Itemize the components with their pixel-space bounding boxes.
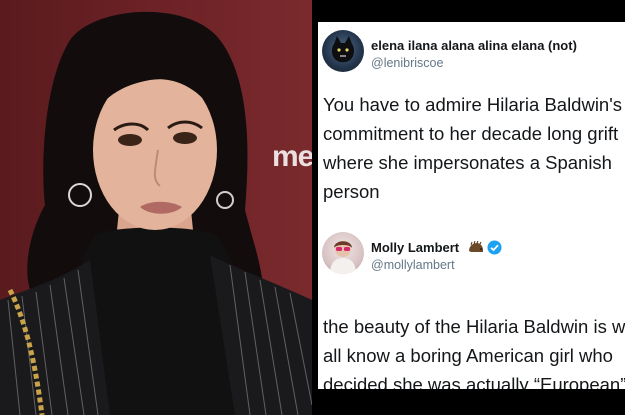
tweet-header: Molly Lambert @mollylambert <box>318 232 625 278</box>
display-name[interactable]: elena ilana alana alina elana (not) <box>371 38 577 53</box>
tweets-card: elena ilana alana alina elana (not) @len… <box>318 22 625 389</box>
portrait-photo: me <box>0 0 312 415</box>
tweet-header: elena ilana alana alina elana (not) @len… <box>318 30 625 76</box>
composite-image: me elena ilana alana alina elana (not) @… <box>0 0 625 415</box>
person-avatar-icon[interactable] <box>322 232 364 274</box>
handle[interactable]: @lenibriscoe <box>371 56 443 70</box>
portrait-illustration <box>0 11 312 415</box>
display-name-text[interactable]: Molly Lambert <box>371 240 459 255</box>
verified-badge-icon <box>487 240 502 255</box>
display-name[interactable]: Molly Lambert <box>371 240 502 258</box>
hedgehog-icon <box>468 240 483 252</box>
cat-avatar-icon[interactable] <box>322 30 364 72</box>
tweet-text: the beauty of the Hilaria Baldwin is we … <box>323 316 625 389</box>
tweets-panel: elena ilana alana alina elana (not) @len… <box>312 0 625 415</box>
handle[interactable]: @mollylambert <box>371 258 455 272</box>
tweet-text: You have to admire Hilaria Baldwin's com… <box>323 94 623 202</box>
name-extras <box>468 240 503 258</box>
